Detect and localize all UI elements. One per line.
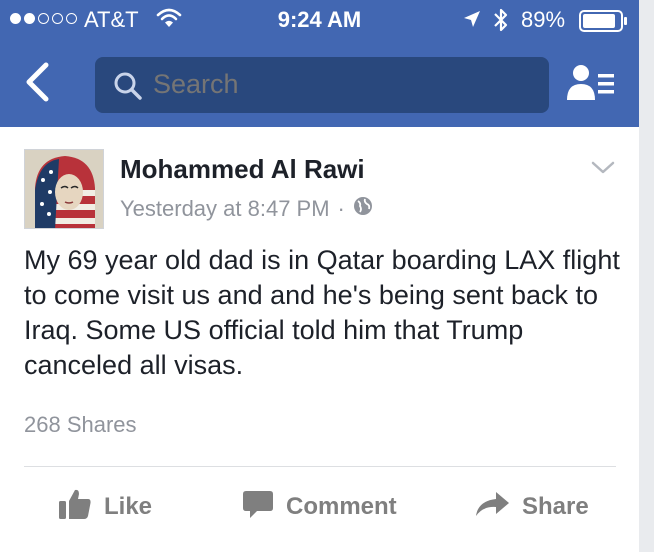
share-count[interactable]: 268 Shares <box>24 412 137 438</box>
comment-bubble-icon <box>242 488 274 527</box>
bluetooth-icon <box>492 7 510 38</box>
share-label: Share <box>522 493 589 520</box>
post-actions: Like Comment Share <box>0 482 639 532</box>
chevron-down-icon[interactable] <box>591 161 615 180</box>
share-arrow-icon <box>474 490 510 525</box>
like-label: Like <box>104 493 153 520</box>
friends-list-icon[interactable] <box>567 62 617 109</box>
search-icon <box>113 71 143 106</box>
post-body: My 69 year old dad is in Qatar boarding … <box>24 245 620 380</box>
app-header: AT&T 9:24 AM 89% <box>0 0 639 127</box>
comment-label: Comment <box>286 493 397 520</box>
status-bar: AT&T 9:24 AM 89% <box>0 0 639 40</box>
back-button[interactable] <box>22 61 52 108</box>
globe-icon <box>353 196 373 222</box>
battery-percent: 89% <box>521 7 566 32</box>
divider <box>24 466 616 467</box>
like-button[interactable]: Like <box>58 482 152 532</box>
author-avatar[interactable] <box>24 149 104 229</box>
screen-edge <box>639 0 654 552</box>
battery-icon <box>579 10 629 37</box>
thumbs-up-icon <box>58 488 92 527</box>
post-timestamp[interactable]: Yesterday at 8:47 PM <box>120 196 330 222</box>
share-button[interactable]: Share <box>474 482 589 532</box>
post-author[interactable]: Mohammed Al Rawi <box>120 154 365 185</box>
meta-separator: · <box>337 196 345 221</box>
post-meta: Yesterday at 8:47 PM · <box>120 196 373 222</box>
location-arrow-icon <box>462 9 482 34</box>
search-input[interactable] <box>153 69 533 100</box>
search-bar[interactable] <box>95 57 549 113</box>
comment-button[interactable]: Comment <box>242 482 397 532</box>
